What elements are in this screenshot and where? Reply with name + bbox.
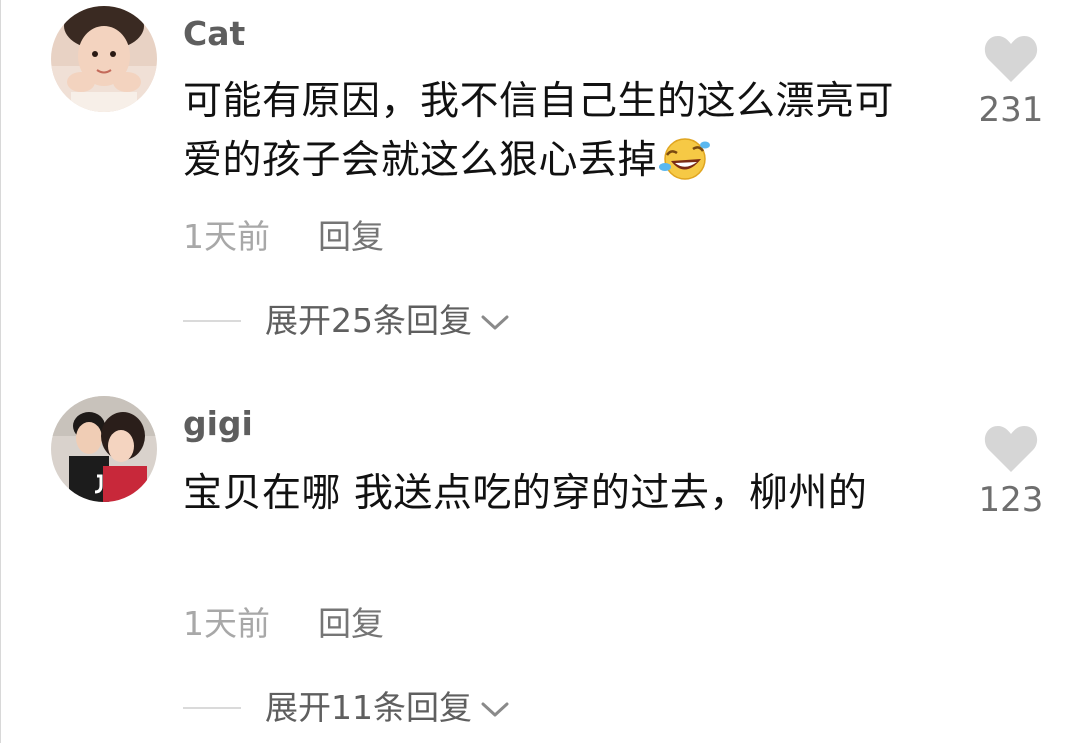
rofl-emoji-icon (657, 135, 713, 198)
timestamp: 1天前 (183, 604, 270, 643)
reply-button[interactable]: 回复 (318, 604, 384, 643)
like-button[interactable]: 231 (976, 34, 1046, 130)
reply-button[interactable]: 回复 (318, 217, 384, 256)
avatar[interactable] (51, 6, 157, 112)
timestamp: 1天前 (183, 217, 270, 256)
expand-replies-button[interactable]: 展开11条回复 (183, 688, 510, 728)
expand-replies-label: 展开11条回复 (265, 688, 472, 727)
username[interactable]: Cat (183, 14, 245, 54)
divider (183, 320, 241, 322)
comment-text-content: 可能有原因，我不信自己生的这么漂亮可爱的孩子会就这么狠心丢掉 (183, 79, 895, 183)
comment-text: 可能有原因，我不信自己生的这么漂亮可爱的孩子会就这么狠心丢掉 (183, 72, 918, 198)
avatar[interactable] (51, 396, 157, 502)
expand-replies-label: 展开25条回复 (265, 301, 472, 340)
comment-meta: 1天前 回复 (183, 604, 384, 644)
chevron-down-icon (481, 315, 509, 330)
chevron-down-icon (481, 702, 509, 717)
username[interactable]: gigi (183, 404, 253, 444)
heart-icon[interactable] (983, 34, 1039, 84)
like-count: 123 (978, 480, 1044, 520)
divider (183, 707, 241, 709)
comment-meta: 1天前 回复 (183, 217, 384, 257)
comment-text: 宝贝在哪 我送点吃的穿的过去，柳州的 (183, 471, 868, 516)
expand-replies-button[interactable]: 展开25条回复 (183, 301, 510, 341)
like-count: 231 (978, 90, 1044, 130)
comment-list: Cat 可能有原因，我不信自己生的这么漂亮可爱的孩子会就这么狠心丢掉 1天前 回复 (0, 0, 1079, 743)
like-button[interactable]: 123 (976, 424, 1046, 520)
heart-icon[interactable] (983, 424, 1039, 474)
